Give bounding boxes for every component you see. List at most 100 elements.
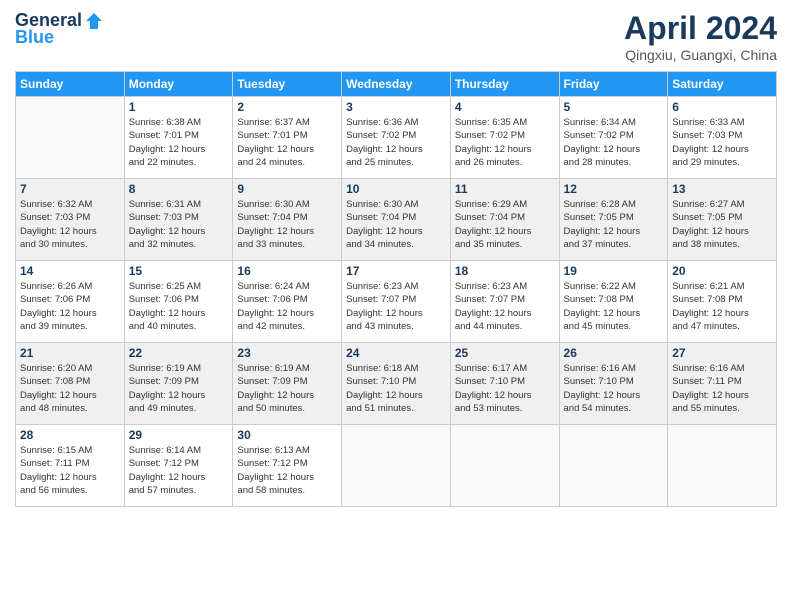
day-info: Sunrise: 6:25 AM Sunset: 7:06 PM Dayligh…	[129, 280, 229, 333]
calendar-week-row: 7Sunrise: 6:32 AM Sunset: 7:03 PM Daylig…	[16, 179, 777, 261]
calendar-cell: 6 Sunrise: 6:33 AM Sunset: 7:03 PM Daylig…	[668, 97, 777, 179]
calendar-cell: 2 Sunrise: 6:37 AM Sunset: 7:01 PM Daylig…	[233, 97, 342, 179]
logo: General Blue	[15, 10, 104, 48]
day-info: Sunrise: 6:23 AM Sunset: 7:07 PM Dayligh…	[346, 280, 446, 333]
day-info: Sunrise: 6:13 AM Sunset: 7:12 PM Dayligh…	[237, 444, 337, 497]
location: Qingxiu, Guangxi, China	[624, 47, 777, 63]
calendar-header-sunday: Sunday	[16, 72, 125, 97]
day-number: 23	[237, 346, 337, 360]
calendar-header-thursday: Thursday	[450, 72, 559, 97]
day-number: 2	[237, 100, 337, 114]
calendar-cell: 16 Sunrise: 6:24 AM Sunset: 7:06 PM Dayli…	[233, 261, 342, 343]
day-info: Sunrise: 6:16 AM Sunset: 7:11 PM Dayligh…	[672, 362, 772, 415]
day-number: 21	[20, 346, 120, 360]
day-number: 22	[129, 346, 229, 360]
calendar-cell: 7Sunrise: 6:32 AM Sunset: 7:03 PM Daylig…	[16, 179, 125, 261]
calendar-header-wednesday: Wednesday	[342, 72, 451, 97]
day-info: Sunrise: 6:19 AM Sunset: 7:09 PM Dayligh…	[237, 362, 337, 415]
calendar-cell: 10Sunrise: 6:30 AM Sunset: 7:04 PM Dayli…	[342, 179, 451, 261]
day-number: 20	[672, 264, 772, 278]
day-number: 4	[455, 100, 555, 114]
day-number: 9	[237, 182, 337, 196]
day-info: Sunrise: 6:37 AM Sunset: 7:01 PM Dayligh…	[237, 116, 337, 169]
calendar-cell: 29 Sunrise: 6:14 AM Sunset: 7:12 PM Dayli…	[124, 425, 233, 507]
day-info: Sunrise: 6:14 AM Sunset: 7:12 PM Dayligh…	[129, 444, 229, 497]
calendar-week-row: 14 Sunrise: 6:26 AM Sunset: 7:06 PM Dayli…	[16, 261, 777, 343]
day-number: 14	[20, 264, 120, 278]
calendar-cell: 4 Sunrise: 6:35 AM Sunset: 7:02 PM Daylig…	[450, 97, 559, 179]
day-number: 25	[455, 346, 555, 360]
day-number: 28	[20, 428, 120, 442]
calendar-cell	[450, 425, 559, 507]
calendar-cell: 19 Sunrise: 6:22 AM Sunset: 7:08 PM Dayli…	[559, 261, 668, 343]
calendar-cell: 13 Sunrise: 6:27 AM Sunset: 7:05 PM Dayli…	[668, 179, 777, 261]
calendar-week-row: 28 Sunrise: 6:15 AM Sunset: 7:11 PM Dayli…	[16, 425, 777, 507]
day-info: Sunrise: 6:35 AM Sunset: 7:02 PM Dayligh…	[455, 116, 555, 169]
day-info: Sunrise: 6:30 AM Sunset: 7:04 PM Dayligh…	[237, 198, 337, 251]
calendar-cell: 14 Sunrise: 6:26 AM Sunset: 7:06 PM Dayli…	[16, 261, 125, 343]
calendar-cell	[342, 425, 451, 507]
calendar-header-monday: Monday	[124, 72, 233, 97]
calendar-cell	[16, 97, 125, 179]
calendar-cell: 3 Sunrise: 6:36 AM Sunset: 7:02 PM Daylig…	[342, 97, 451, 179]
day-number: 18	[455, 264, 555, 278]
day-number: 27	[672, 346, 772, 360]
page-container: General Blue April 2024 Qingxiu, Guangxi…	[0, 0, 792, 517]
calendar-header-row: SundayMondayTuesdayWednesdayThursdayFrid…	[16, 72, 777, 97]
day-info: Sunrise: 6:19 AM Sunset: 7:09 PM Dayligh…	[129, 362, 229, 415]
title-section: April 2024 Qingxiu, Guangxi, China	[624, 10, 777, 63]
calendar-cell: 12 Sunrise: 6:28 AM Sunset: 7:05 PM Dayli…	[559, 179, 668, 261]
calendar-cell: 23 Sunrise: 6:19 AM Sunset: 7:09 PM Dayli…	[233, 343, 342, 425]
calendar-cell: 25 Sunrise: 6:17 AM Sunset: 7:10 PM Dayli…	[450, 343, 559, 425]
day-number: 29	[129, 428, 229, 442]
day-info: Sunrise: 6:38 AM Sunset: 7:01 PM Dayligh…	[129, 116, 229, 169]
day-number: 19	[564, 264, 664, 278]
calendar-week-row: 21 Sunrise: 6:20 AM Sunset: 7:08 PM Dayli…	[16, 343, 777, 425]
calendar-cell: 24Sunrise: 6:18 AM Sunset: 7:10 PM Dayli…	[342, 343, 451, 425]
calendar-cell: 8Sunrise: 6:31 AM Sunset: 7:03 PM Daylig…	[124, 179, 233, 261]
day-info: Sunrise: 6:34 AM Sunset: 7:02 PM Dayligh…	[564, 116, 664, 169]
day-info: Sunrise: 6:22 AM Sunset: 7:08 PM Dayligh…	[564, 280, 664, 333]
calendar-header-friday: Friday	[559, 72, 668, 97]
calendar-cell: 9 Sunrise: 6:30 AM Sunset: 7:04 PM Daylig…	[233, 179, 342, 261]
calendar-cell: 5 Sunrise: 6:34 AM Sunset: 7:02 PM Daylig…	[559, 97, 668, 179]
calendar-cell: 28 Sunrise: 6:15 AM Sunset: 7:11 PM Dayli…	[16, 425, 125, 507]
day-info: Sunrise: 6:29 AM Sunset: 7:04 PM Dayligh…	[455, 198, 555, 251]
day-number: 5	[564, 100, 664, 114]
day-number: 24	[346, 346, 446, 360]
day-info: Sunrise: 6:26 AM Sunset: 7:06 PM Dayligh…	[20, 280, 120, 333]
day-info: Sunrise: 6:28 AM Sunset: 7:05 PM Dayligh…	[564, 198, 664, 251]
calendar-header-saturday: Saturday	[668, 72, 777, 97]
day-number: 15	[129, 264, 229, 278]
day-info: Sunrise: 6:33 AM Sunset: 7:03 PM Dayligh…	[672, 116, 772, 169]
calendar-cell: 17Sunrise: 6:23 AM Sunset: 7:07 PM Dayli…	[342, 261, 451, 343]
day-info: Sunrise: 6:17 AM Sunset: 7:10 PM Dayligh…	[455, 362, 555, 415]
calendar-cell: 20 Sunrise: 6:21 AM Sunset: 7:08 PM Dayli…	[668, 261, 777, 343]
day-number: 13	[672, 182, 772, 196]
calendar-cell: 22 Sunrise: 6:19 AM Sunset: 7:09 PM Dayli…	[124, 343, 233, 425]
day-number: 3	[346, 100, 446, 114]
day-number: 16	[237, 264, 337, 278]
header: General Blue April 2024 Qingxiu, Guangxi…	[15, 10, 777, 63]
calendar-cell: 18Sunrise: 6:23 AM Sunset: 7:07 PM Dayli…	[450, 261, 559, 343]
calendar-cell	[559, 425, 668, 507]
day-info: Sunrise: 6:32 AM Sunset: 7:03 PM Dayligh…	[20, 198, 120, 251]
day-info: Sunrise: 6:27 AM Sunset: 7:05 PM Dayligh…	[672, 198, 772, 251]
month-title: April 2024	[624, 10, 777, 47]
day-number: 8	[129, 182, 229, 196]
day-number: 6	[672, 100, 772, 114]
day-info: Sunrise: 6:15 AM Sunset: 7:11 PM Dayligh…	[20, 444, 120, 497]
day-info: Sunrise: 6:20 AM Sunset: 7:08 PM Dayligh…	[20, 362, 120, 415]
calendar-cell: 11Sunrise: 6:29 AM Sunset: 7:04 PM Dayli…	[450, 179, 559, 261]
logo-icon	[84, 11, 104, 31]
day-number: 12	[564, 182, 664, 196]
day-info: Sunrise: 6:21 AM Sunset: 7:08 PM Dayligh…	[672, 280, 772, 333]
day-info: Sunrise: 6:24 AM Sunset: 7:06 PM Dayligh…	[237, 280, 337, 333]
logo-blue-text: Blue	[15, 27, 54, 48]
calendar-cell: 27 Sunrise: 6:16 AM Sunset: 7:11 PM Dayli…	[668, 343, 777, 425]
calendar-week-row: 1 Sunrise: 6:38 AM Sunset: 7:01 PM Daylig…	[16, 97, 777, 179]
day-number: 1	[129, 100, 229, 114]
day-number: 26	[564, 346, 664, 360]
day-number: 10	[346, 182, 446, 196]
day-info: Sunrise: 6:36 AM Sunset: 7:02 PM Dayligh…	[346, 116, 446, 169]
